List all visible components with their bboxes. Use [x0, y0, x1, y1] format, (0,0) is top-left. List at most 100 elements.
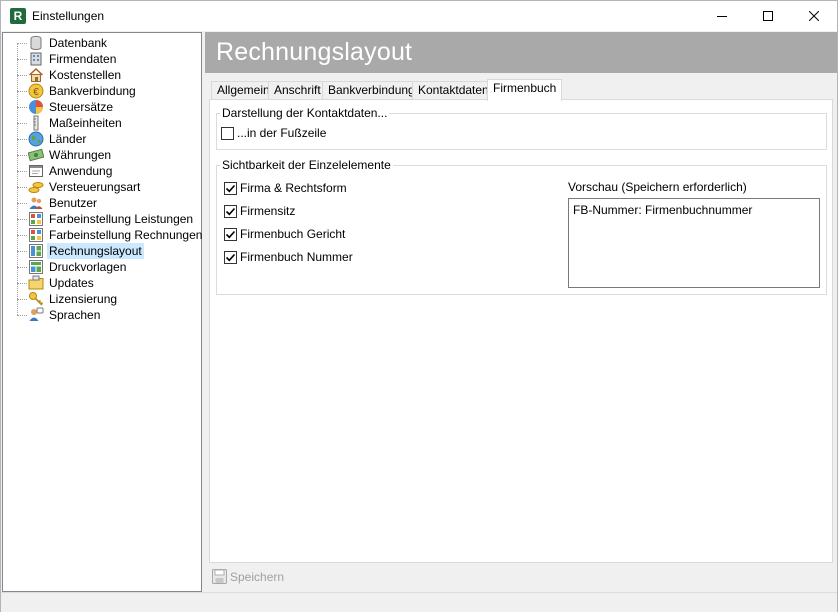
checkmark-icon: [225, 184, 236, 192]
firmensitz-label: Firmensitz: [240, 204, 296, 218]
footer-bar: Speichern: [209, 565, 833, 589]
tree-connector: [17, 139, 27, 140]
sidebar-item-label: Firmendaten: [49, 52, 117, 66]
tree-connector: [17, 155, 27, 156]
color-grid-icon: [28, 227, 44, 243]
template-icon: [28, 259, 44, 275]
tree-connector: [17, 187, 27, 188]
tree-connector: [17, 203, 27, 204]
tree-connector: [17, 107, 27, 108]
sidebar-item-label: Kostenstellen: [49, 68, 122, 82]
preview-label: Vorschau (Speichern erforderlich): [568, 180, 747, 194]
sidebar-item-label: Währungen: [49, 148, 112, 162]
tree-connector: [17, 235, 27, 236]
sidebar-item-label: Farbeinstellung Leistungen: [49, 212, 194, 226]
title-bar: R Einstellungen: [1, 1, 837, 31]
settings-tree: Datenbank Firmendaten Kostenstellen € Bankve…: [2, 32, 202, 592]
sidebar-item-label: Bankverbindung: [49, 84, 136, 98]
minimize-button[interactable]: [699, 1, 745, 31]
sidebar-item-label: Rechnungslayout: [47, 243, 144, 259]
sidebar-item-label: Datenbank: [49, 36, 108, 50]
layout-icon: [28, 243, 44, 259]
save-button[interactable]: Speichern: [212, 569, 284, 584]
tree-connector: [17, 267, 27, 268]
checkmark-icon: [225, 207, 236, 215]
sidebar-item-label: Maßeinheiten: [49, 116, 122, 130]
checkmark-icon: [225, 230, 236, 238]
visibility-group-legend: Sichtbarkeit der Einzelelemente: [220, 158, 393, 172]
database-icon: [28, 35, 44, 51]
preview-box: FB-Nummer: Firmenbuchnummer: [568, 198, 820, 288]
minimize-icon: [717, 16, 727, 17]
tree-connector: [17, 75, 27, 76]
svg-text:€: €: [33, 87, 39, 98]
sidebar-item-label: Versteuerungsart: [49, 180, 141, 194]
maximize-icon: [763, 11, 773, 21]
house-icon: [28, 67, 44, 83]
tree-connector: [17, 299, 27, 300]
checkbox-row-firmenbuch-nummer[interactable]: Firmenbuch Nummer: [224, 249, 353, 265]
sidebar-item-label: Steuersätze: [49, 100, 114, 114]
firmenbuch-gericht-checkbox[interactable]: [224, 227, 237, 241]
tree-connector: [17, 219, 27, 220]
tree-connector: [17, 91, 27, 92]
tree-connector: [17, 43, 27, 44]
checkbox-row-firma-rechtsform[interactable]: Firma & Rechtsform: [224, 180, 347, 196]
tab-bankverbindung[interactable]: Bankverbindung: [322, 81, 421, 100]
tab-panel-firmenbuch: Darstellung der Kontaktdaten... ...in de…: [209, 99, 833, 563]
coins-icon: [28, 179, 44, 195]
key-icon: [28, 291, 44, 307]
update-folder-icon: [28, 275, 44, 291]
tree-connector: [17, 251, 27, 252]
sidebar-item-label: Anwendung: [49, 164, 113, 178]
euro-icon: €: [28, 83, 44, 99]
footer-checkbox-row[interactable]: ...in der Fußzeile: [221, 125, 326, 141]
sidebar-item-label: Updates: [49, 276, 94, 290]
tree-connector: [17, 123, 27, 124]
firma-rechtsform-label: Firma & Rechtsform: [240, 181, 347, 195]
tab-kontaktdaten[interactable]: Kontaktdaten: [412, 81, 495, 100]
save-label: Speichern: [230, 569, 285, 584]
close-button[interactable]: [791, 1, 837, 31]
firmenbuch-gericht-label: Firmenbuch Gericht: [240, 227, 346, 241]
sidebar-item-label: Benutzer: [49, 196, 98, 210]
tab-allgemein[interactable]: Allgemein: [211, 81, 276, 100]
money-icon: [27, 147, 45, 163]
ruler-icon: [28, 115, 44, 131]
settings-window: R Einstellungen Datenbank Firmendaten Kost…: [0, 0, 838, 612]
users-icon: [28, 195, 44, 211]
footer-checkbox-label: ...in der Fußzeile: [237, 126, 327, 140]
color-grid-icon: [28, 211, 44, 227]
page-title: Rechnungslayout: [216, 38, 413, 66]
globe-icon: [28, 131, 44, 147]
tab-firmenbuch[interactable]: Firmenbuch: [487, 79, 563, 101]
save-disk-icon: [212, 569, 227, 584]
window-icon: [28, 163, 44, 179]
sidebar-item-label: Druckvorlagen: [49, 260, 127, 274]
tab-anschrift[interactable]: Anschrift: [268, 81, 327, 100]
tree-connector: [17, 315, 27, 316]
language-icon: [28, 307, 44, 323]
sidebar-item-label: Farbeinstellung Rechnungen: [49, 228, 203, 242]
sidebar-item-label: Lizensierung: [49, 292, 118, 306]
checkbox-row-firmenbuch-gericht[interactable]: Firmenbuch Gericht: [224, 226, 345, 242]
footer-checkbox[interactable]: [221, 126, 234, 140]
firmenbuch-nummer-label: Firmenbuch Nummer: [240, 250, 353, 264]
checkmark-icon: [225, 253, 236, 261]
tree-connector: [17, 171, 27, 172]
close-icon: [809, 11, 819, 21]
building-icon: [28, 51, 44, 67]
window-title: Einstellungen: [32, 9, 105, 23]
tree-connector: [17, 59, 27, 60]
page-header: Rechnungslayout: [205, 32, 837, 73]
firmenbuch-nummer-checkbox[interactable]: [224, 250, 237, 264]
firma-rechtsform-checkbox[interactable]: [224, 181, 237, 195]
firmensitz-checkbox[interactable]: [224, 204, 237, 218]
pie-chart-icon: [28, 99, 44, 115]
app-logo-icon: R: [10, 8, 26, 24]
preview-text: FB-Nummer: Firmenbuchnummer: [573, 203, 753, 217]
status-bar: [1, 592, 837, 612]
tree-connector: [17, 283, 27, 284]
maximize-button[interactable]: [745, 1, 791, 31]
checkbox-row-firmensitz[interactable]: Firmensitz: [224, 203, 295, 219]
